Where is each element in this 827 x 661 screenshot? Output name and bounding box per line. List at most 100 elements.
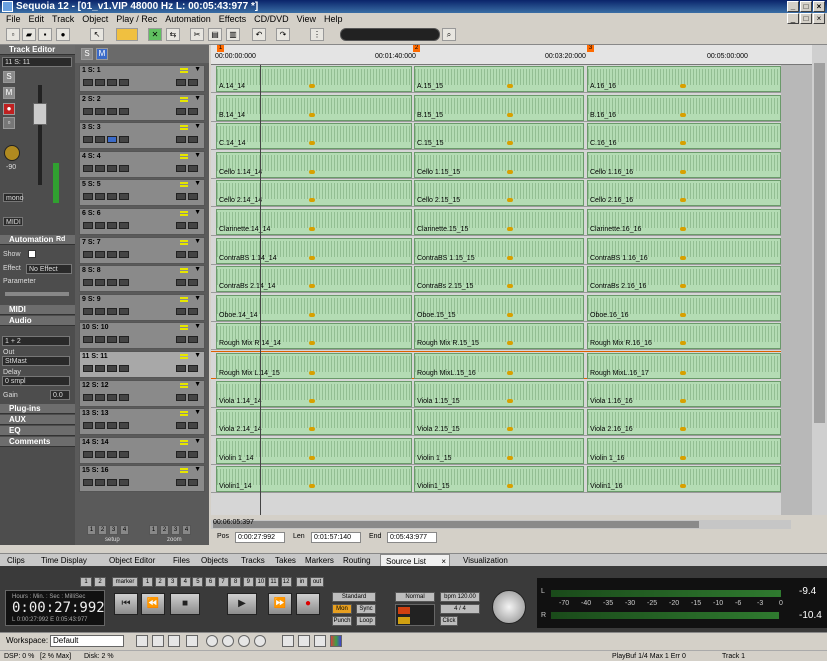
track-record-button[interactable] <box>176 107 186 115</box>
track-lock-icon[interactable] <box>188 107 198 115</box>
fade-handle-icon[interactable] <box>507 398 513 403</box>
fade-handle-icon[interactable] <box>680 112 686 117</box>
track-record-button[interactable] <box>176 336 186 344</box>
track-lane[interactable]: Rough Mix R.14_14 Rough Mix R.15_15 Rough … <box>211 322 781 351</box>
track-monitor-button[interactable] <box>107 393 117 401</box>
audio-clip[interactable]: Oboe.14_14 <box>216 294 412 321</box>
output-select[interactable]: StMast <box>2 356 70 366</box>
input-select[interactable]: 1 + 2 <box>2 336 70 346</box>
fade-handle-icon[interactable] <box>680 227 686 231</box>
chevron-down-icon[interactable]: ▼ <box>194 95 201 102</box>
marker-next-button[interactable]: 2 <box>94 577 106 587</box>
record-icon[interactable]: ● <box>56 28 70 41</box>
track-name[interactable]: 13 S: 13 <box>82 410 108 417</box>
mute-all-button[interactable]: M <box>96 48 108 60</box>
effect-select[interactable]: No Effect <box>26 264 72 274</box>
track-speaker-icon[interactable] <box>119 164 129 172</box>
copy-icon[interactable]: ▤ <box>208 28 222 41</box>
audio-clip[interactable]: Clarinette.15_15 <box>414 209 584 235</box>
track-lock-icon[interactable] <box>188 279 198 287</box>
track-solo-button[interactable] <box>83 422 93 430</box>
track-solo-button[interactable] <box>83 107 93 115</box>
menu-play-rec[interactable]: Play / Rec <box>112 13 161 25</box>
fade-handle-icon[interactable] <box>309 427 315 432</box>
track-speaker-icon[interactable] <box>119 422 129 430</box>
track-name[interactable]: 10 S: 10 <box>82 324 108 331</box>
fade-handle-icon[interactable] <box>507 341 513 346</box>
track-name[interactable]: 2 S: 2 <box>82 96 101 103</box>
track-header[interactable]: 6 S: 6 ▼ <box>79 208 205 235</box>
track-mute-button[interactable] <box>95 193 105 201</box>
delay-field[interactable]: 0 smpl <box>2 376 70 386</box>
track-speaker-icon[interactable] <box>119 250 129 258</box>
track-header[interactable]: 9 S: 9 ▼ <box>79 293 205 321</box>
end-field[interactable]: 0:05:43:977 <box>387 532 437 543</box>
track-lock-icon[interactable] <box>188 222 198 229</box>
marker-1[interactable]: 1 <box>217 45 224 52</box>
marker-prev-button[interactable]: 1 <box>80 577 92 587</box>
menu-automation[interactable]: Automation <box>161 13 215 25</box>
marker-number-button[interactable]: 10 <box>255 577 267 587</box>
marker-3[interactable]: 3 <box>587 45 594 52</box>
spectrum-icon[interactable] <box>330 635 342 647</box>
fade-handle-icon[interactable] <box>680 312 686 317</box>
track-name[interactable]: 14 S: 14 <box>82 439 108 446</box>
fade-handle-icon[interactable] <box>507 371 513 375</box>
audio-clip[interactable]: ContraBS 1.16_16 <box>587 237 781 264</box>
track-mute-button[interactable] <box>95 136 105 144</box>
fade-handle-icon[interactable] <box>309 484 315 489</box>
track-lane[interactable]: Rough Mix L.14_15 Rough MixL.15_16 Rough M… <box>211 351 781 379</box>
midi-section-header[interactable]: MIDI <box>0 305 75 315</box>
fade-handle-icon[interactable] <box>680 284 686 289</box>
track-mute-button[interactable] <box>95 365 105 372</box>
fade-handle-icon[interactable] <box>507 169 513 174</box>
fade-handle-icon[interactable] <box>507 312 513 317</box>
track-speaker-icon[interactable] <box>119 307 129 315</box>
track-header[interactable]: 13 S: 13 ▼ <box>79 408 205 436</box>
track-name[interactable]: 9 S: 9 <box>82 296 101 303</box>
track-record-button[interactable] <box>176 307 186 315</box>
punch-button[interactable]: Punch <box>332 616 352 626</box>
time-display[interactable]: Hours : Min. : Sec : MilliSec 0:00:27:99… <box>5 590 105 626</box>
track-lock-icon[interactable] <box>188 164 198 172</box>
track-header[interactable]: 4 S: 4 ▼ <box>79 150 205 178</box>
audio-clip[interactable]: Rough Mix L.14_15 <box>216 353 412 379</box>
audio-clip[interactable]: Viola 1.15_15 <box>414 380 584 407</box>
track-lock-icon[interactable] <box>188 307 198 315</box>
search-input[interactable] <box>340 28 440 41</box>
menu-cd-dvd[interactable]: CD/DVD <box>250 13 293 25</box>
horizontal-scrollbar[interactable]: 00:06:05:397 <box>211 519 791 529</box>
chevron-down-icon[interactable]: ▼ <box>194 238 201 245</box>
audio-clip[interactable]: ContraBS 1.14_14 <box>216 237 412 264</box>
setup-1[interactable]: 1 <box>87 525 96 535</box>
fade-handle-icon[interactable] <box>309 255 315 260</box>
audio-clip[interactable]: Oboe.15_15 <box>414 294 584 321</box>
audio-clip[interactable]: Clarinette.16_16 <box>587 209 781 235</box>
fade-handle-icon[interactable] <box>309 398 315 403</box>
mdi-restore-button[interactable]: □ <box>800 13 812 24</box>
track-monitor-button[interactable] <box>107 107 117 115</box>
track-mute-button[interactable] <box>95 393 105 401</box>
chevron-down-icon[interactable]: ▼ <box>194 466 201 473</box>
track-mute-button[interactable] <box>95 164 105 172</box>
play-cursor[interactable] <box>260 65 261 515</box>
track-lock-icon[interactable] <box>188 136 198 144</box>
nav-down-icon[interactable] <box>254 635 266 647</box>
track-speaker-icon[interactable] <box>119 479 129 487</box>
zoom-3[interactable]: 3 <box>171 525 180 535</box>
undo-icon[interactable]: ↶ <box>252 28 266 41</box>
track-speaker-icon[interactable] <box>119 336 129 344</box>
gain-field[interactable]: 0.0 <box>50 390 70 400</box>
fade-handle-icon[interactable] <box>680 341 686 346</box>
in-button[interactable]: in <box>296 577 308 587</box>
menu-help[interactable]: Help <box>320 13 347 25</box>
track-speaker-icon[interactable] <box>119 79 129 86</box>
fade-handle-icon[interactable] <box>507 84 513 88</box>
fade-handle-icon[interactable] <box>680 255 686 260</box>
audio-clip[interactable]: B.14_14 <box>216 94 412 121</box>
zoom-2[interactable]: 2 <box>160 525 169 535</box>
nav-right-icon[interactable] <box>238 635 250 647</box>
track-record-button[interactable] <box>176 365 186 372</box>
track-lane[interactable]: Violin 1_14 Violin 1_15 Violin 1_16 <box>211 437 781 465</box>
track-name[interactable]: 11 S: 11 <box>82 353 108 360</box>
